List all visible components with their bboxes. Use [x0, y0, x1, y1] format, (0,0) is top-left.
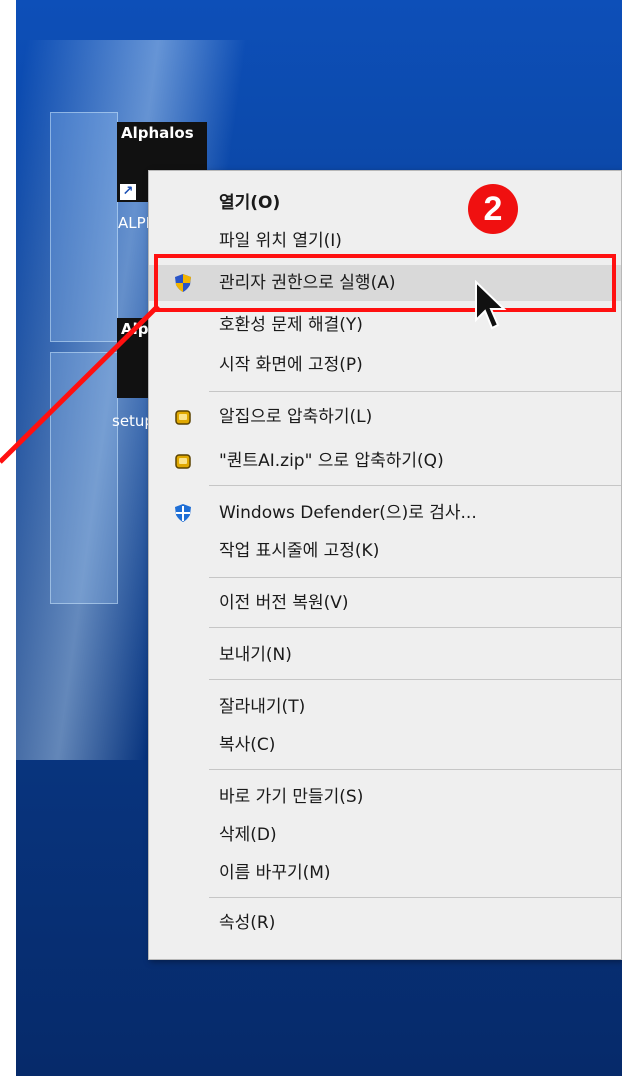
callout-pointer-line	[0, 304, 160, 464]
callout-highlight-box	[154, 254, 616, 312]
step-number-badge: 2	[468, 184, 518, 234]
mouse-cursor-icon	[475, 280, 507, 330]
